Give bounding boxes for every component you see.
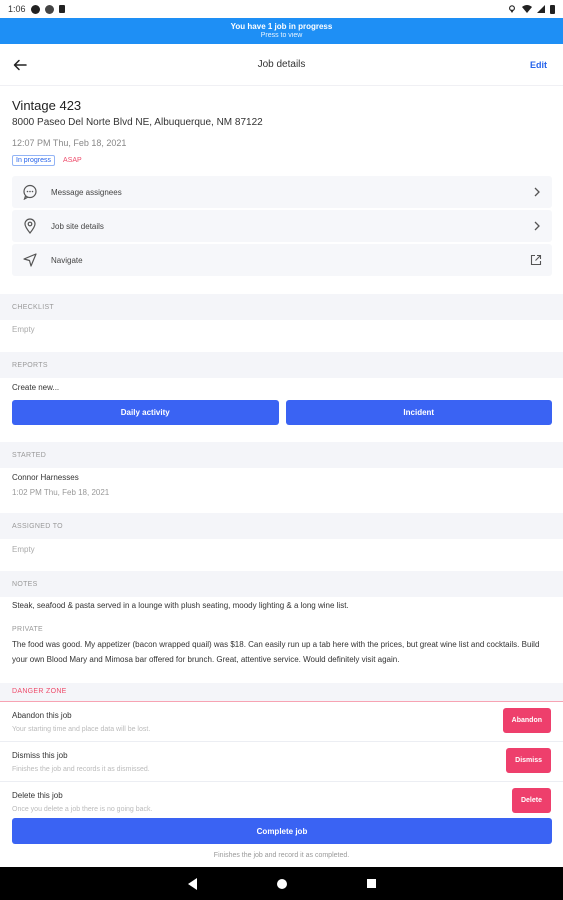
public-notes: Steak, seafood & pasta served in a loung… [12,601,349,610]
private-notes-label: PRIVATE [12,626,44,633]
battery-icon [550,4,555,14]
priority-badge: ASAP [63,157,82,164]
complete-job-button[interactable]: Complete job [12,818,552,844]
navigation-arrow-icon [23,253,37,267]
app-notification-icon [44,4,54,14]
assigned-section-header: ASSIGNED TO [0,513,563,539]
job-address: 8000 Paseo Del Norte Blvd NE, Albuquerqu… [12,117,263,128]
delete-button[interactable]: Delete [511,788,551,813]
started-section-header: STARTED [0,442,563,468]
started-time: 1:02 PM Thu, Feb 18, 2021 [12,488,110,497]
page-title: Job details [257,59,306,70]
back-arrow-icon[interactable] [12,57,28,73]
chat-bubble-icon [23,184,37,200]
daily-activity-button[interactable]: Daily activity [12,400,279,425]
action-label: Navigate [51,255,83,265]
app-bar: Job details Edit [0,44,563,86]
reports-section-header: REPORTS [0,352,563,378]
dismiss-button[interactable]: Dismiss [506,748,551,773]
status-bar: 1:06 [0,0,563,18]
job-actions: Message assignees Job site details Navig… [12,176,552,278]
nav-recents-icon[interactable] [366,879,376,888]
delete-title: Delete this job [12,791,63,800]
job-in-progress-banner[interactable]: You have 1 job in progress Press to view [0,18,563,44]
dismiss-title: Dismiss this job [12,751,68,760]
job-site-details-row[interactable]: Job site details [12,210,552,242]
dismiss-subtitle: Finishes the job and records it as dismi… [12,766,150,773]
delete-subtitle: Once you delete a job there is no going … [12,806,153,813]
private-notes: The food was good. My appetizer (bacon w… [12,640,540,664]
abandon-subtitle: Your starting time and place data will b… [12,726,151,733]
banner-title: You have 1 job in progress [230,22,333,31]
create-new-label: Create new... [12,383,60,392]
status-time: 1:06 [8,4,26,14]
dismiss-job-row: Dismiss this job Finishes the job and re… [0,742,563,782]
navigate-row[interactable]: Navigate [12,244,552,276]
system-nav-bar [0,867,563,900]
nav-back-icon[interactable] [187,877,197,890]
job-header: Vintage 423 8000 Paseo Del Norte Blvd NE… [12,98,552,166]
notification-icon [30,4,40,14]
signal-icon [537,5,545,13]
chevron-right-icon [534,221,540,231]
chevron-right-icon [534,187,540,197]
external-link-icon [530,254,542,266]
message-assignees-row[interactable]: Message assignees [12,176,552,208]
started-by-name: Connor Harnesses [12,473,79,482]
checklist-empty: Empty [12,325,35,334]
complete-job-hint: Finishes the job and record it as comple… [213,852,350,859]
job-datetime: 12:07 PM Thu, Feb 18, 2021 [12,138,127,148]
banner-subtitle: Press to view [260,32,303,39]
wifi-icon [522,5,532,13]
abandon-job-row: Abandon this job Your starting time and … [0,702,563,742]
checklist-section-header: CHECKLIST [0,294,563,320]
abandon-title: Abandon this job [12,711,72,720]
abandon-button[interactable]: Abandon [502,708,551,733]
notes-section-header: NOTES [0,571,563,597]
location-icon [509,5,515,13]
assigned-empty: Empty [12,545,35,554]
status-badge: In progress [12,155,56,166]
job-name: Vintage 423 [12,98,82,113]
clipboard-icon [58,5,65,13]
nav-home-icon[interactable] [276,878,287,889]
location-pin-icon [24,218,36,234]
delete-job-row: Delete this job Once you delete a job th… [0,782,563,822]
report-buttons: Daily activity Incident [12,400,552,425]
action-label: Job site details [51,221,104,231]
danger-zone-header: DANGER ZONE [0,683,563,702]
action-label: Message assignees [51,187,122,197]
edit-button[interactable]: Edit [530,60,547,70]
incident-button[interactable]: Incident [285,400,552,425]
